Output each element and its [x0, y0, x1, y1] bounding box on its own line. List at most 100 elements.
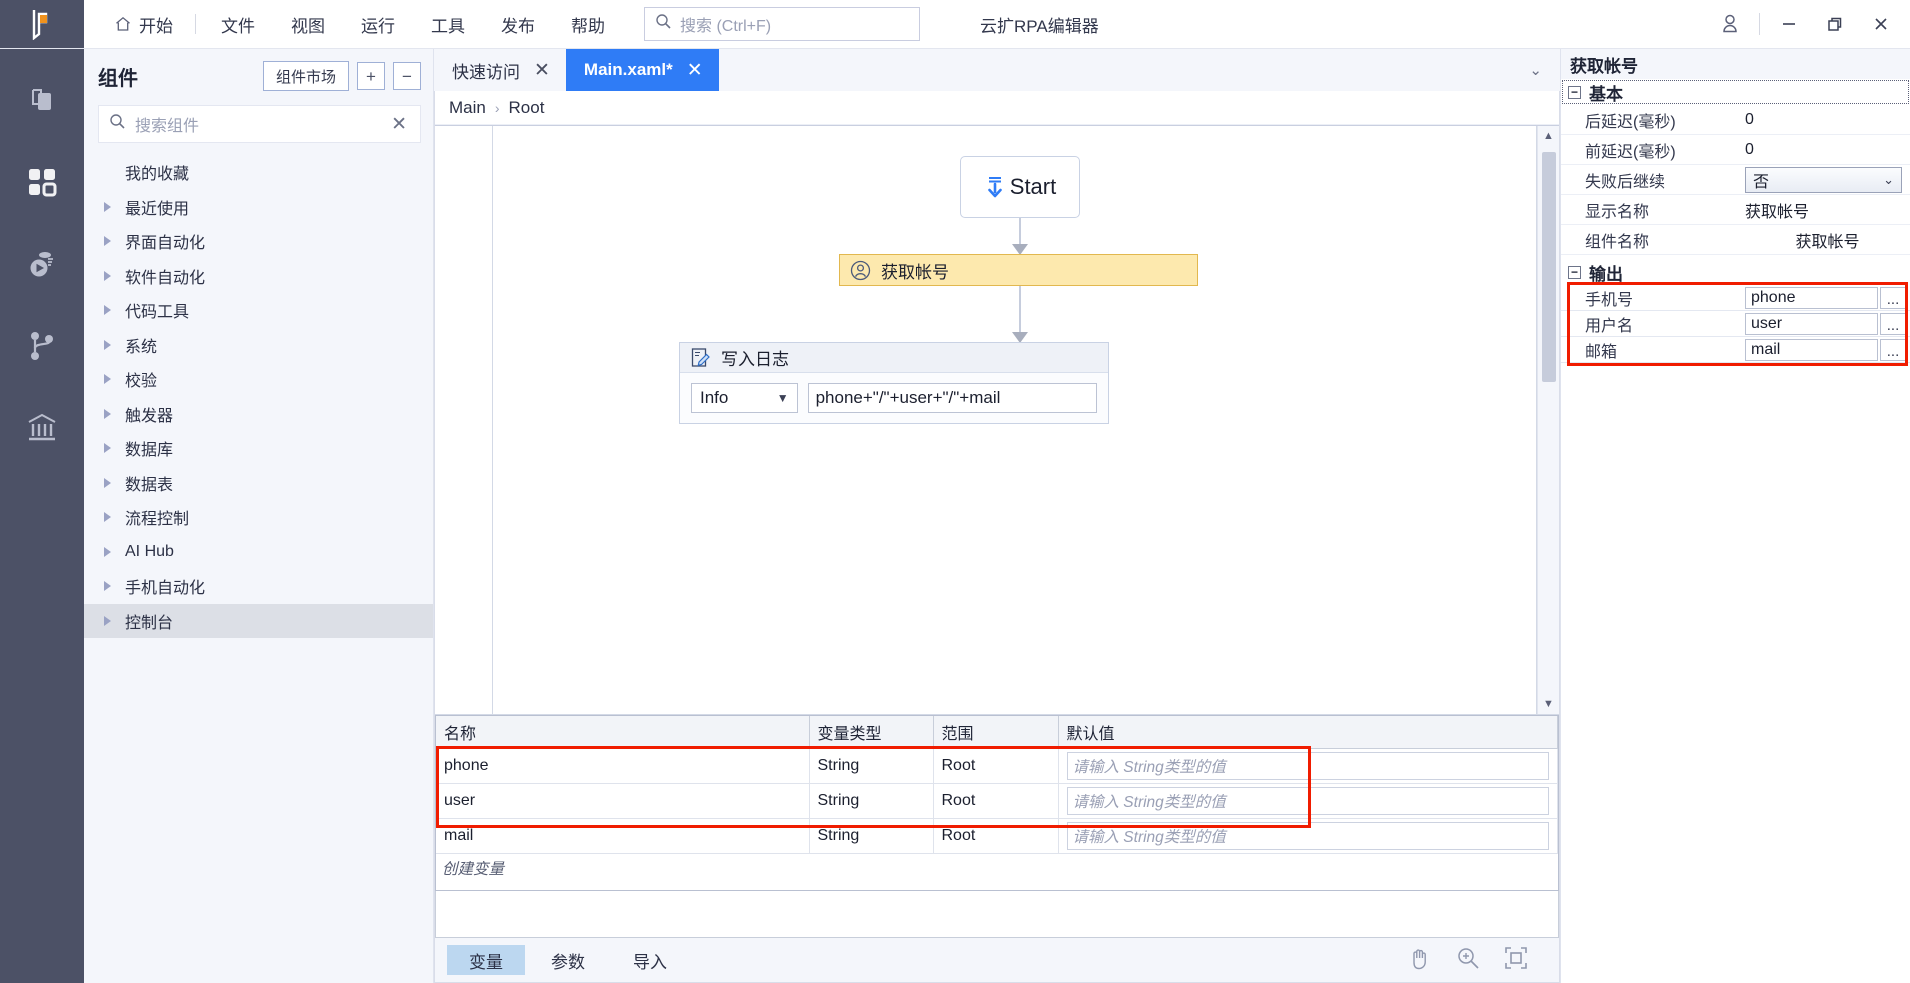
- minimize-button[interactable]: [1766, 0, 1812, 49]
- variable-name[interactable]: phone: [436, 748, 810, 784]
- menu-item-run[interactable]: 运行: [344, 0, 412, 49]
- variable-default-input[interactable]: 请输入 String类型的值: [1066, 787, 1549, 815]
- component-category-datatable[interactable]: 数据表: [84, 466, 433, 501]
- scrollbar-thumb[interactable]: [1542, 152, 1556, 382]
- properties-group-output-header[interactable]: − 输出: [1561, 259, 1910, 285]
- scroll-up-icon[interactable]: ▲: [1538, 126, 1559, 146]
- create-variable-placeholder[interactable]: 创建变量: [436, 854, 1558, 879]
- column-header-type[interactable]: 变量类型: [809, 716, 934, 749]
- global-search-input[interactable]: 搜索 (Ctrl+F): [644, 7, 920, 41]
- output-value-input[interactable]: user: [1745, 312, 1878, 335]
- create-variable-row[interactable]: 创建变量: [436, 854, 1558, 880]
- tab-main-xaml[interactable]: Main.xaml* ✕: [565, 49, 719, 91]
- flow-node-write-log[interactable]: 写入日志 Info ▼ phone+"/"+user+"/"+mail: [679, 342, 1109, 424]
- flow-node-start[interactable]: Start: [960, 156, 1080, 218]
- menu-item-home[interactable]: 开始: [100, 0, 187, 49]
- continue-on-error-select[interactable]: 否 ⌄: [1745, 166, 1902, 193]
- menu-item-publish[interactable]: 发布: [484, 0, 552, 49]
- rail-item-run[interactable]: [21, 243, 63, 285]
- component-category-mobile-automation[interactable]: 手机自动化: [84, 569, 433, 604]
- tab-arguments[interactable]: 参数: [529, 945, 607, 975]
- property-row-continue-on-error[interactable]: 失败后继续 否 ⌄: [1561, 165, 1910, 195]
- log-level-select[interactable]: Info ▼: [691, 383, 798, 413]
- property-value[interactable]: 获取帐号: [1745, 198, 1910, 222]
- property-row-pre-delay[interactable]: 前延迟(毫秒) 0: [1561, 135, 1910, 165]
- table-row[interactable]: user String Root 请输入 String类型的值: [436, 783, 1558, 819]
- flow-canvas-surface[interactable]: Start 获取帐号 写入日志 Info ▼ phone+"/"+user+"/…: [492, 126, 1537, 714]
- variable-scope[interactable]: Root: [933, 818, 1059, 854]
- column-header-default[interactable]: 默认值: [1058, 716, 1558, 749]
- clear-search-icon[interactable]: ✕: [388, 115, 410, 134]
- column-header-name[interactable]: 名称: [436, 716, 810, 749]
- fit-to-screen-icon[interactable]: [1503, 945, 1529, 976]
- variable-type[interactable]: String: [809, 783, 934, 819]
- menu-item-view[interactable]: 视图: [274, 0, 342, 49]
- maximize-restore-button[interactable]: [1812, 0, 1858, 49]
- rail-item-projects[interactable]: [21, 79, 63, 121]
- menu-item-tools[interactable]: 工具: [414, 0, 482, 49]
- property-value[interactable]: 0: [1745, 141, 1910, 159]
- collapse-all-button[interactable]: −: [393, 62, 421, 90]
- flow-canvas[interactable]: Start 获取帐号 写入日志 Info ▼ phone+"/"+user+"/…: [435, 125, 1559, 714]
- component-category-triggers[interactable]: 触发器: [84, 397, 433, 432]
- scroll-down-icon[interactable]: ▼: [1538, 694, 1559, 714]
- properties-group-basic-header[interactable]: − 基本: [1561, 79, 1910, 105]
- zoom-in-icon[interactable]: [1455, 945, 1481, 976]
- tab-variables[interactable]: 变量: [447, 945, 525, 975]
- property-row-post-delay[interactable]: 后延迟(毫秒) 0: [1561, 105, 1910, 135]
- variable-type[interactable]: String: [809, 818, 934, 854]
- variable-name[interactable]: user: [436, 783, 810, 819]
- component-category-database[interactable]: 数据库: [84, 431, 433, 466]
- close-icon[interactable]: ✕: [534, 61, 550, 80]
- variable-default-input[interactable]: 请输入 String类型的值: [1066, 822, 1549, 850]
- column-header-scope[interactable]: 范围: [933, 716, 1059, 749]
- component-category-console[interactable]: 控制台: [84, 603, 433, 638]
- variable-default-input[interactable]: 请输入 String类型的值: [1066, 752, 1549, 780]
- variable-scope[interactable]: Root: [933, 748, 1059, 784]
- canvas-vertical-scrollbar[interactable]: ▲ ▼: [1537, 126, 1559, 714]
- rail-item-components[interactable]: [21, 161, 63, 203]
- component-category-system[interactable]: 系统: [84, 328, 433, 363]
- variable-type[interactable]: String: [809, 748, 934, 784]
- component-market-button[interactable]: 组件市场: [262, 61, 349, 91]
- component-category-recent[interactable]: 最近使用: [84, 190, 433, 225]
- component-category-ai-hub[interactable]: AI Hub: [84, 535, 433, 570]
- log-message-input[interactable]: phone+"/"+user+"/"+mail: [807, 383, 1097, 413]
- output-row-phone[interactable]: 手机号 phone ...: [1561, 285, 1910, 311]
- component-category-ui-automation[interactable]: 界面自动化: [84, 224, 433, 259]
- component-category-flow-control[interactable]: 流程控制: [84, 500, 433, 535]
- menu-item-help[interactable]: 帮助: [554, 0, 622, 49]
- component-category-favorites[interactable]: 我的收藏: [84, 155, 433, 190]
- breadcrumb-item-root[interactable]: Root: [509, 98, 545, 118]
- output-row-email[interactable]: 邮箱 mail ...: [1561, 337, 1910, 363]
- account-button[interactable]: [1707, 0, 1753, 49]
- output-value-input[interactable]: phone: [1745, 286, 1878, 309]
- variable-name[interactable]: mail: [436, 818, 810, 854]
- component-category-code-tools[interactable]: 代码工具: [84, 293, 433, 328]
- close-button[interactable]: [1858, 0, 1904, 49]
- table-row[interactable]: mail String Root 请输入 String类型的值: [436, 818, 1558, 854]
- output-row-username[interactable]: 用户名 user ...: [1561, 311, 1910, 337]
- output-more-button[interactable]: ...: [1880, 312, 1906, 335]
- property-value[interactable]: 0: [1745, 111, 1910, 129]
- component-category-validation[interactable]: 校验: [84, 362, 433, 397]
- variable-scope[interactable]: Root: [933, 783, 1059, 819]
- tabbar-collapse-icon[interactable]: ⌄: [1529, 61, 1560, 79]
- minus-box-icon[interactable]: −: [1568, 85, 1581, 99]
- flow-node-get-account[interactable]: 获取帐号: [839, 254, 1198, 286]
- breadcrumb-item-main[interactable]: Main: [449, 98, 486, 118]
- menu-item-file[interactable]: 文件: [204, 0, 272, 49]
- output-value-input[interactable]: mail: [1745, 338, 1878, 361]
- table-row[interactable]: phone String Root 请输入 String类型的值: [436, 748, 1558, 784]
- rail-item-assets[interactable]: [21, 407, 63, 449]
- tab-quick-access[interactable]: 快速访问 ✕: [434, 49, 566, 91]
- close-icon[interactable]: ✕: [687, 61, 703, 80]
- property-row-display-name[interactable]: 显示名称 获取帐号: [1561, 195, 1910, 225]
- component-search-input[interactable]: 搜索组件 ✕: [98, 105, 421, 143]
- tab-imports[interactable]: 导入: [611, 945, 689, 975]
- property-value[interactable]: 获取帐号: [1745, 228, 1910, 252]
- minus-box-icon[interactable]: −: [1568, 265, 1581, 279]
- output-more-button[interactable]: ...: [1880, 338, 1906, 361]
- rail-item-version-control[interactable]: [21, 325, 63, 367]
- output-more-button[interactable]: ...: [1880, 286, 1906, 309]
